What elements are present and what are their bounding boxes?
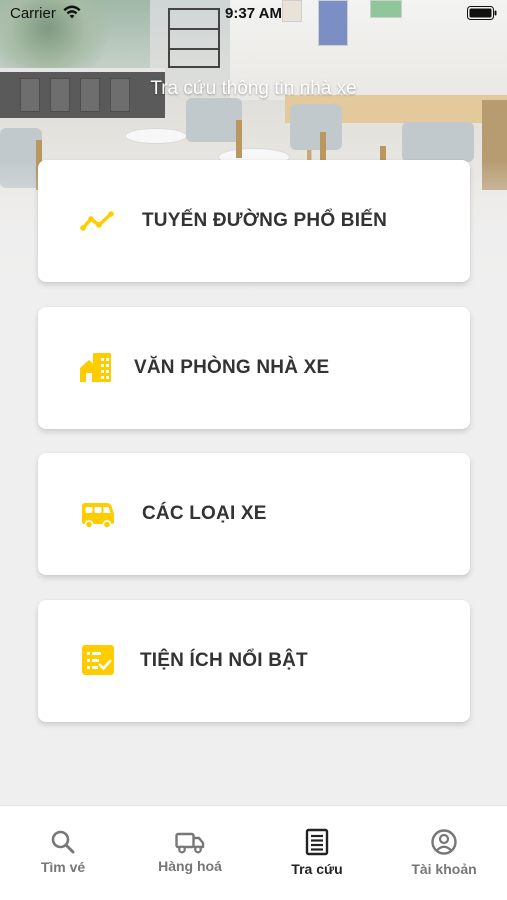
status-time: 9:37 AM bbox=[225, 5, 282, 22]
receipt-list-icon bbox=[305, 828, 329, 856]
menu-card-popular-routes[interactable]: TUYẾN ĐƯỜNG PHỔ BIẾN bbox=[38, 160, 470, 282]
menu-card-bus-offices[interactable]: VĂN PHÒNG NHÀ XE bbox=[38, 307, 470, 429]
page-title: Tra cứu thông tin nhà xe bbox=[150, 78, 357, 99]
user-circle-icon bbox=[431, 829, 457, 855]
menu-card-featured-amenities[interactable]: TIỆN ÍCH NỔI BẬT bbox=[38, 600, 470, 722]
tab-label: Tài khoản bbox=[411, 861, 477, 877]
bus-icon bbox=[82, 503, 114, 529]
tab-label: Tra cứu bbox=[291, 861, 343, 877]
truck-icon bbox=[175, 832, 205, 854]
building-office-icon bbox=[80, 353, 111, 382]
menu-card-label: TUYẾN ĐƯỜNG PHỔ BIẾN bbox=[142, 210, 387, 231]
checklist-icon bbox=[82, 645, 114, 675]
menu-card-label: TIỆN ÍCH NỔI BẬT bbox=[140, 650, 308, 671]
trend-line-icon bbox=[80, 211, 114, 231]
search-icon bbox=[51, 830, 75, 854]
tab-lookup[interactable]: Tra cứu bbox=[254, 806, 380, 886]
tab-label: Tìm vé bbox=[40, 859, 86, 875]
tab-cargo[interactable]: Hàng hoá bbox=[127, 806, 253, 886]
menu-card-vehicle-types[interactable]: CÁC LOẠI XE bbox=[38, 453, 470, 575]
bottom-tab-bar: Tìm vé Hàng hoá Tra cứu Tài khoản bbox=[0, 805, 507, 900]
menu-card-label: CÁC LOẠI XE bbox=[142, 503, 267, 524]
battery-icon bbox=[467, 6, 497, 20]
tab-search-tickets[interactable]: Tìm vé bbox=[0, 806, 126, 886]
menu-card-label: VĂN PHÒNG NHÀ XE bbox=[134, 357, 330, 378]
tab-account[interactable]: Tài khoản bbox=[381, 806, 507, 886]
status-bar: Carrier 9:37 AM bbox=[0, 0, 507, 28]
tab-label: Hàng hoá bbox=[158, 858, 222, 874]
